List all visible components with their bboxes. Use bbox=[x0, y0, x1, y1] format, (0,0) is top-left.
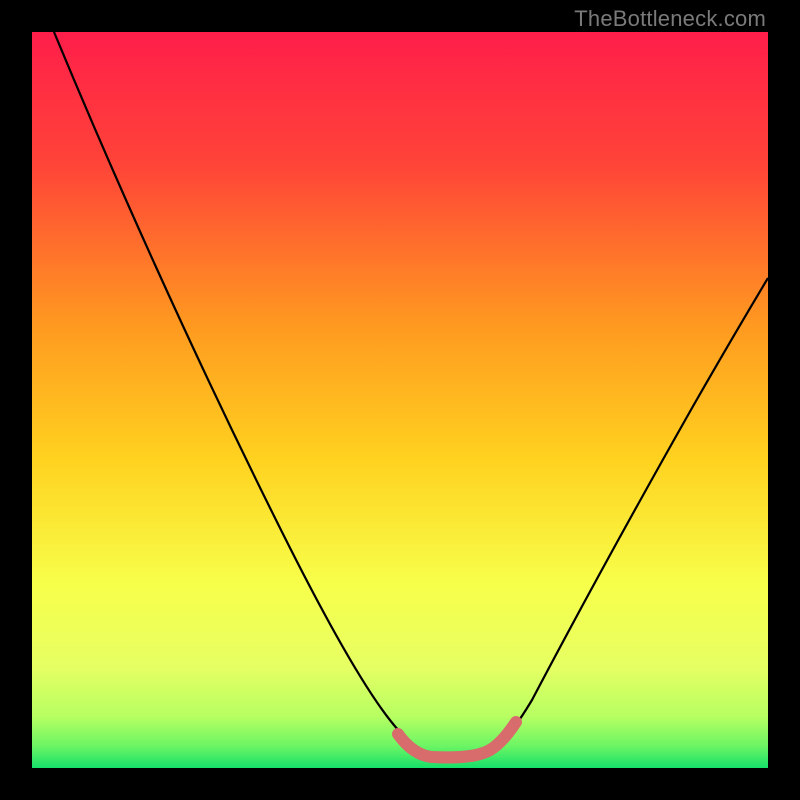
chart-svg bbox=[32, 32, 768, 768]
gradient-background bbox=[32, 32, 768, 768]
frame-border-right bbox=[768, 0, 800, 800]
watermark-text: TheBottleneck.com bbox=[574, 6, 766, 32]
plot-area bbox=[32, 32, 768, 768]
chart-frame: TheBottleneck.com bbox=[0, 0, 800, 800]
frame-border-left bbox=[0, 0, 32, 800]
frame-border-bottom bbox=[0, 768, 800, 800]
